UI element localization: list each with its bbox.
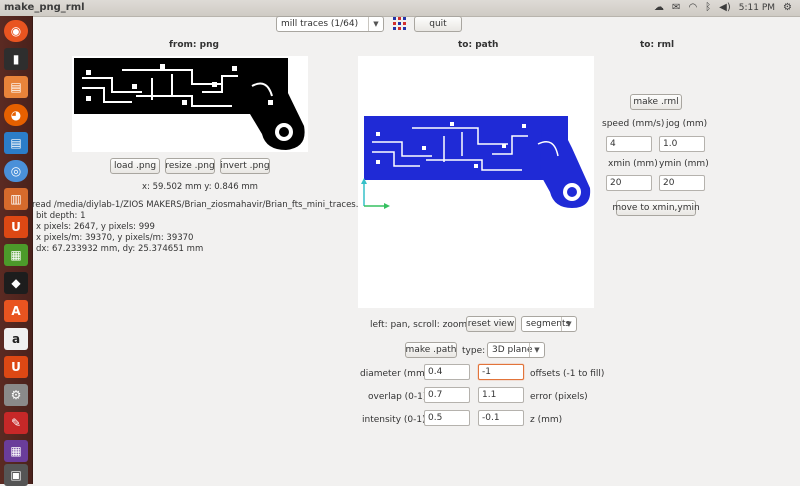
ymin-label: ymin (mm): [659, 159, 709, 169]
wifi-icon[interactable]: ◠: [688, 2, 697, 14]
nav-hint: left: pan, scroll: zoom: [370, 320, 468, 330]
mode-select-value: mill traces (1/64): [281, 19, 359, 29]
top-panel: make_png_rml ☁ ✉ ◠ ᛒ ◀) 5:11 PM ⚙: [0, 0, 800, 17]
system-tray: ☁ ✉ ◠ ᛒ ◀) 5:11 PM ⚙: [654, 1, 792, 15]
chevron-down-icon: ▼: [529, 343, 544, 357]
reset-view-button[interactable]: reset view: [466, 316, 516, 332]
overlap-label: overlap (0-1): [368, 392, 427, 402]
png-info-dimensions: dx: 67.233932 mm, dy: 25.374651 mm: [36, 244, 204, 254]
writer-icon[interactable]: ▤: [4, 132, 28, 154]
terminal-icon[interactable]: ▮: [4, 48, 28, 70]
type-select-value: 3D plane: [492, 345, 533, 355]
launcher: ◉ ▮ ▤ ◕ ▤ ◎ ▥ U ▦ ◆ A a U ⚙ ✎ ▦ ▣: [0, 16, 33, 486]
clock[interactable]: 5:11 PM: [739, 3, 775, 13]
view-select[interactable]: segments ▼: [521, 316, 577, 332]
path-preview[interactable]: [358, 56, 594, 308]
jog-field[interactable]: 1.0: [659, 136, 705, 152]
png-info-bit-depth: bit depth: 1: [36, 211, 86, 221]
diameter-label: diameter (mm): [360, 369, 429, 379]
gear-icon[interactable]: ⚙: [783, 2, 792, 14]
make-rml-button[interactable]: make .rml: [630, 94, 682, 110]
dash-icon[interactable]: ◉: [4, 20, 28, 42]
xmin-label: xmin (mm): [608, 159, 658, 169]
bluetooth-icon[interactable]: ᛒ: [705, 2, 711, 14]
png-panel-header: from: png: [169, 40, 219, 50]
intensity-label: intensity (0-1): [362, 415, 426, 425]
inkscape-icon[interactable]: ◆: [4, 272, 28, 294]
amazon-icon[interactable]: a: [4, 328, 28, 350]
workspace-icon[interactable]: ▦: [4, 440, 28, 462]
grid-icon[interactable]: [393, 17, 407, 31]
chevron-down-icon: ▼: [561, 317, 576, 331]
calc-icon[interactable]: ▦: [4, 244, 28, 266]
rml-panel-header: to: rml: [640, 40, 675, 50]
mail-icon[interactable]: ✉: [672, 2, 680, 14]
chevron-down-icon: ▼: [368, 17, 383, 31]
offsets-label: offsets (-1 to fill): [530, 369, 605, 379]
chromium-icon[interactable]: ◎: [4, 160, 28, 182]
move-to-origin-button[interactable]: move to xmin,ymin: [612, 200, 700, 216]
quit-button[interactable]: quit: [414, 16, 462, 32]
firefox-icon[interactable]: ◕: [4, 104, 28, 126]
ubuntu-one-icon[interactable]: U: [4, 356, 28, 378]
invert-png-button[interactable]: invert .png: [220, 158, 270, 174]
intensity-field[interactable]: 0.5: [424, 410, 470, 426]
path-panel-header: to: path: [458, 40, 499, 50]
type-label: type:: [462, 346, 486, 356]
document-viewer-icon[interactable]: ▥: [4, 188, 28, 210]
software-center-icon[interactable]: U: [4, 216, 28, 238]
app-icon[interactable]: ✎: [4, 412, 28, 434]
window-title: make_png_rml: [4, 2, 85, 13]
load-png-button[interactable]: load .png: [110, 158, 160, 174]
overlap-field[interactable]: 0.7: [424, 387, 470, 403]
trash-icon[interactable]: ▣: [4, 464, 28, 486]
error-field[interactable]: 1.1: [478, 387, 524, 403]
files-icon[interactable]: ▤: [4, 76, 28, 98]
cloud-icon[interactable]: ☁: [654, 2, 664, 14]
xmin-field[interactable]: 20: [606, 175, 652, 191]
error-label: error (pixels): [530, 392, 588, 402]
settings-icon[interactable]: ⚙: [4, 384, 28, 406]
z-field[interactable]: -0.1: [478, 410, 524, 426]
cursor-coords: x: 59.502 mm y: 0.846 mm: [142, 182, 258, 192]
resize-png-button[interactable]: resize .png: [165, 158, 215, 174]
speed-field[interactable]: 4: [606, 136, 652, 152]
speed-label: speed (mm/s): [602, 119, 665, 129]
main-window: mill traces (1/64) ▼ quit from: png to: …: [32, 16, 800, 484]
png-info-path: read /media/diylab-1/ZIOS MAKERS/Brian_z…: [32, 200, 375, 210]
z-label: z (mm): [530, 415, 563, 425]
mode-select[interactable]: mill traces (1/64) ▼: [276, 16, 384, 32]
ymin-field[interactable]: 20: [659, 175, 705, 191]
png-info-pixels: x pixels: 2647, y pixels: 999: [36, 222, 155, 232]
diameter-field[interactable]: 0.4: [424, 364, 470, 380]
ubuntu-software-icon[interactable]: A: [4, 300, 28, 322]
type-select[interactable]: 3D plane ▼: [487, 342, 545, 358]
jog-label: jog (mm): [666, 119, 708, 129]
png-info-resolution: x pixels/m: 39370, y pixels/m: 39370: [36, 233, 194, 243]
make-path-button[interactable]: make .path: [405, 342, 457, 358]
volume-icon[interactable]: ◀): [719, 2, 731, 14]
png-preview[interactable]: [72, 56, 308, 152]
offsets-field[interactable]: -1: [478, 364, 524, 380]
